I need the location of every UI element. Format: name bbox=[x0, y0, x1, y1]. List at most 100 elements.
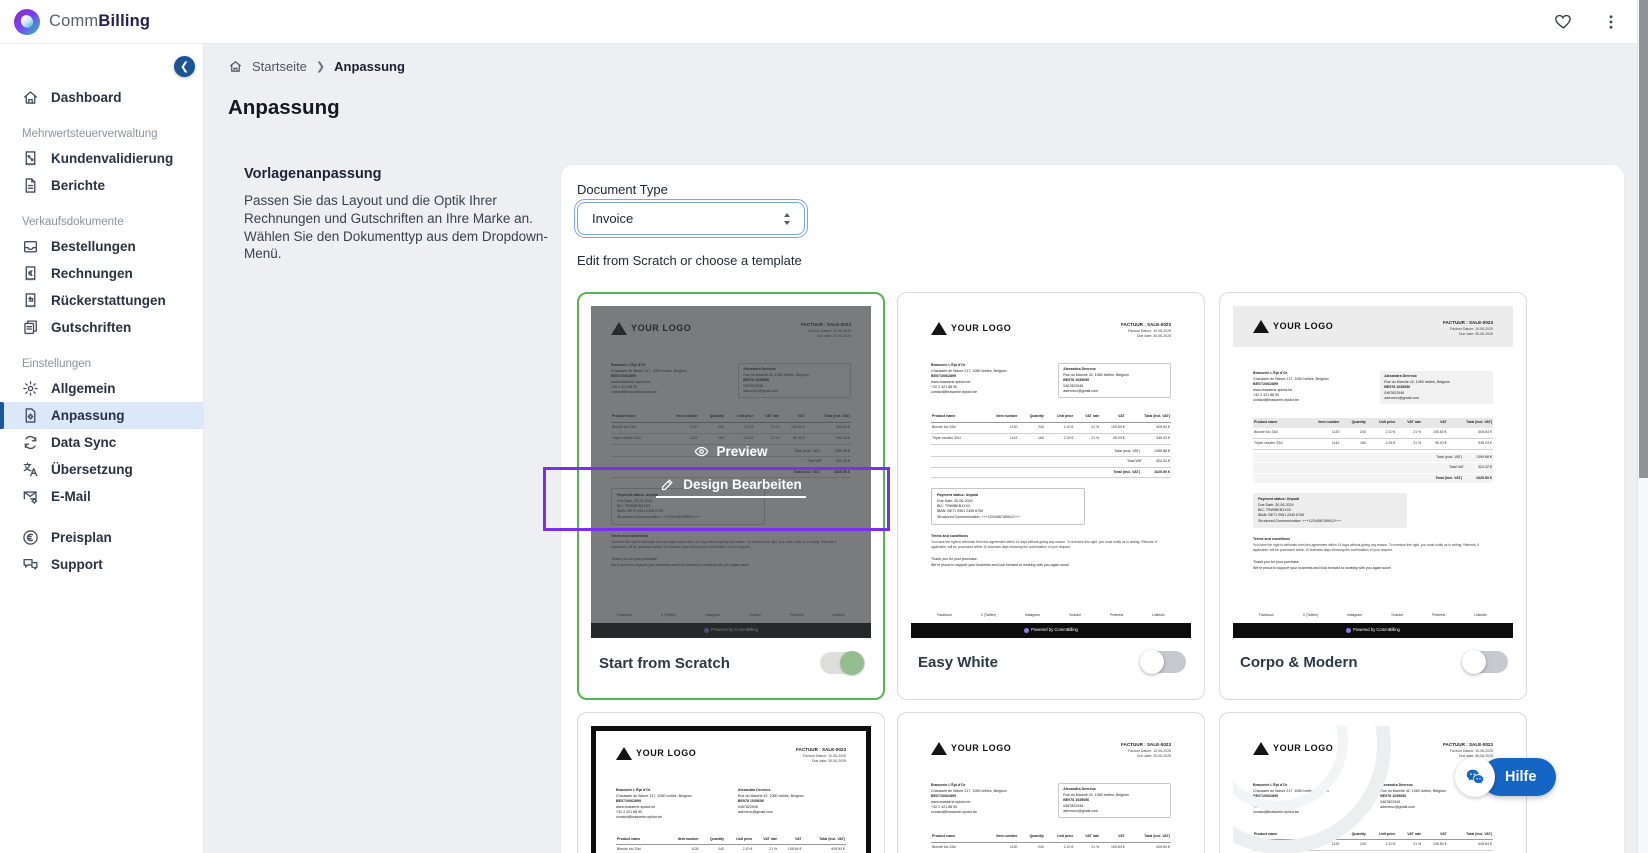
template-thumbnail: YOUR LOGO FACTUUR : SALE-0023 Factuur Da… bbox=[1233, 306, 1513, 638]
invoice-row: Blonde bio 33cl1130 2402.10 € 21 %105.84… bbox=[1253, 839, 1493, 852]
invoice-sender: Brasserie L'Épi d'Or Chaussée de Wavre 2… bbox=[616, 788, 692, 820]
document-type-label: Document Type bbox=[577, 182, 668, 197]
invoice-payment-box: Payment status: Unpaid Due Date: 30-06-2… bbox=[1253, 493, 1407, 529]
sidebar-collapse-button[interactable]: ❮ bbox=[174, 56, 195, 77]
invoice-due-date: Due date: 30-06-2025 bbox=[811, 759, 846, 764]
invoice-recipient: Alexandra Devreux Rue du Marché 42, 1060… bbox=[737, 788, 804, 814]
sidebar-item-label: Berichte bbox=[51, 178, 106, 193]
sidebar-item-label: Übersetzung bbox=[51, 462, 133, 477]
invoice-preview: YOUR LOGO FACTUUR : SALE-0023 Factuur Da… bbox=[911, 306, 1191, 638]
breadcrumb: Startseite ❯ Anpassung bbox=[228, 59, 405, 74]
select-stepper-icon bbox=[782, 211, 792, 227]
help-button[interactable]: Hilfe bbox=[1455, 757, 1557, 797]
sidebar-item-label: Allgemein bbox=[51, 381, 116, 396]
sidebar-item-support[interactable]: Support bbox=[0, 551, 203, 578]
invoice-number: FACTUUR : SALE-0023 bbox=[1120, 742, 1171, 747]
template-name: Start from Scratch bbox=[599, 654, 730, 672]
refund-icon bbox=[22, 292, 39, 309]
page-scrollbar[interactable] bbox=[1637, 0, 1648, 853]
home-breadcrumb-icon[interactable] bbox=[228, 59, 243, 74]
chat-icon bbox=[22, 556, 39, 573]
invoice-preview: YOUR LOGO FACTUUR : SALE-0023 Factuur Da… bbox=[591, 726, 871, 853]
sidebar-item-label: Dashboard bbox=[51, 90, 122, 105]
invoice-terms: Terms and conditions You have the right … bbox=[931, 534, 1157, 549]
sidebar-item-dashboard[interactable]: Dashboard bbox=[0, 84, 203, 111]
template-hover-overlay: Preview Design Bearbeiten bbox=[591, 306, 871, 638]
invoice-recipient: Alexandra Devreux Rue du Marché 42, 1060… bbox=[1058, 363, 1171, 399]
sidebar-item-kundenvalidierung[interactable]: Kundenvalidierung bbox=[0, 145, 203, 172]
sidebar-item-label: Anpassung bbox=[51, 408, 125, 423]
breadcrumb-home[interactable]: Startseite bbox=[252, 59, 307, 74]
invoice-logo-text: YOUR LOGO bbox=[1273, 743, 1334, 753]
doc-gear-icon bbox=[22, 407, 39, 424]
sidebar-item-gutschriften[interactable]: Gutschriften bbox=[0, 314, 203, 341]
invoice-row: Triple moutier 33cl1142 1602.25 € 21 %95… bbox=[1253, 438, 1493, 451]
help-chat-icon bbox=[1455, 757, 1495, 797]
preview-button[interactable]: Preview bbox=[694, 444, 768, 459]
invoice-number: FACTUUR : SALE-0023 bbox=[1442, 742, 1493, 747]
pencil-icon bbox=[662, 479, 673, 491]
invoice-row: Blonde bio 33cl1130 2402.10 € 21 %105.84… bbox=[616, 844, 846, 853]
sidebar-item-rueckerstattungen[interactable]: Rückerstattungen bbox=[0, 287, 203, 314]
sidebar-item-uebersetzung[interactable]: Übersetzung bbox=[0, 456, 203, 483]
your-logo-icon bbox=[616, 747, 632, 761]
sidebar-item-label: Rückerstattungen bbox=[51, 293, 166, 308]
top-bar: CommBilling bbox=[0, 0, 1648, 44]
translate-icon bbox=[22, 461, 39, 478]
sidebar-item-email[interactable]: E-Mail bbox=[0, 483, 203, 510]
your-logo-icon bbox=[931, 742, 947, 756]
brand-logo[interactable]: CommBilling bbox=[0, 8, 150, 35]
template-name: Corpo & Modern bbox=[1240, 653, 1358, 671]
invoice-logo-text: YOUR LOGO bbox=[951, 323, 1012, 333]
template-card-footer: Start from Scratch bbox=[599, 651, 865, 675]
commbilling-mini-logo-icon bbox=[1346, 628, 1352, 633]
invoice-terms: Terms and conditions You have the right … bbox=[1253, 537, 1479, 552]
kebab-menu-icon[interactable] bbox=[1600, 11, 1622, 33]
scrollbar-thumb[interactable] bbox=[1639, 0, 1648, 478]
document-type-value: Invoice bbox=[592, 211, 634, 226]
invoice-recipient: Alexandra Devreux Rue du Marché 42, 1060… bbox=[1058, 783, 1171, 819]
template-thumbnail: YOUR LOGO FACTUUR : SALE-0023 Factuur Da… bbox=[591, 306, 871, 638]
intro-heading: Vorlagenanpassung bbox=[244, 166, 382, 182]
template-toggle[interactable] bbox=[1140, 650, 1186, 674]
template-card[interactable]: YOUR LOGO FACTUUR : SALE-0023 Factuur Da… bbox=[1219, 292, 1527, 700]
template-thumbnail: YOUR LOGO FACTUUR : SALE-0023 Factuur Da… bbox=[591, 726, 871, 853]
invoice-social-links: FacebookX (Twitter) InstagramYoutube Pin… bbox=[1259, 612, 1487, 617]
invoice-logo-text: YOUR LOGO bbox=[636, 748, 697, 758]
invoice-line-items: Product nameItem number QuantityUnit pri… bbox=[616, 834, 846, 853]
template-card[interactable]: YOUR LOGO FACTUUR : SALE-0023 Factuur Da… bbox=[897, 712, 1205, 853]
sidebar-item-preisplan[interactable]: Preisplan bbox=[0, 524, 203, 551]
favorite-heart-icon[interactable] bbox=[1552, 11, 1574, 33]
template-toggle[interactable] bbox=[1462, 650, 1508, 674]
template-card[interactable]: YOUR LOGO FACTUUR : SALE-0023 Factuur Da… bbox=[897, 292, 1205, 700]
intro-line1: Passen Sie das Layout und die Optik Ihre… bbox=[244, 193, 533, 226]
commbilling-mini-logo-icon bbox=[1024, 628, 1030, 633]
invoice-thanks: Thank you for your purchase. We're proud… bbox=[931, 557, 1070, 567]
invoice-number: FACTUUR : SALE-0023 bbox=[795, 747, 846, 752]
page-title: Anpassung bbox=[228, 96, 340, 119]
template-name: Easy White bbox=[918, 653, 999, 671]
invoice-euro-icon bbox=[22, 265, 39, 282]
invoice-line-items: Product nameItem number QuantityUnit pri… bbox=[1253, 418, 1493, 451]
template-card[interactable]: YOUR LOGO FACTUUR : SALE-0023 Factuur Da… bbox=[577, 292, 885, 700]
sidebar-item-data-sync[interactable]: Data Sync bbox=[0, 429, 203, 456]
sidebar-item-anpassung[interactable]: Anpassung bbox=[0, 402, 203, 429]
app-root: CommBilling ❮ Dashboard Mehrwertsteuerve… bbox=[0, 0, 1648, 853]
sidebar-item-allgemein[interactable]: Allgemein bbox=[0, 375, 203, 402]
sidebar-item-rechnungen[interactable]: Rechnungen bbox=[0, 260, 203, 287]
credit-notes-icon bbox=[22, 319, 39, 336]
breadcrumb-current: Anpassung bbox=[334, 59, 405, 74]
invoice-line-items: Product nameItem number QuantityUnit pri… bbox=[931, 832, 1171, 853]
invoice-number: FACTUUR : SALE-0023 bbox=[1120, 322, 1171, 327]
sidebar-nav: Dashboard Mehrwertsteuerverwaltung Kunde… bbox=[0, 44, 203, 578]
template-toggle[interactable] bbox=[820, 651, 865, 675]
invoice-logo-text: YOUR LOGO bbox=[1273, 321, 1334, 331]
invoice-logo-text: YOUR LOGO bbox=[951, 743, 1012, 753]
invoice-payment-box: Payment status: Unpaid Due Date: 30-06-2… bbox=[931, 488, 1085, 526]
template-card[interactable]: YOUR LOGO FACTUUR : SALE-0023 Factuur Da… bbox=[577, 712, 885, 853]
sidebar-item-berichte[interactable]: Berichte bbox=[0, 172, 203, 199]
invoice-due-date: Due date: 30-06-2025 bbox=[1136, 754, 1171, 759]
sidebar-item-bestellungen[interactable]: Bestellungen bbox=[0, 233, 203, 260]
document-type-select[interactable]: Invoice bbox=[574, 199, 808, 238]
edit-design-button[interactable]: Design Bearbeiten bbox=[656, 477, 806, 498]
